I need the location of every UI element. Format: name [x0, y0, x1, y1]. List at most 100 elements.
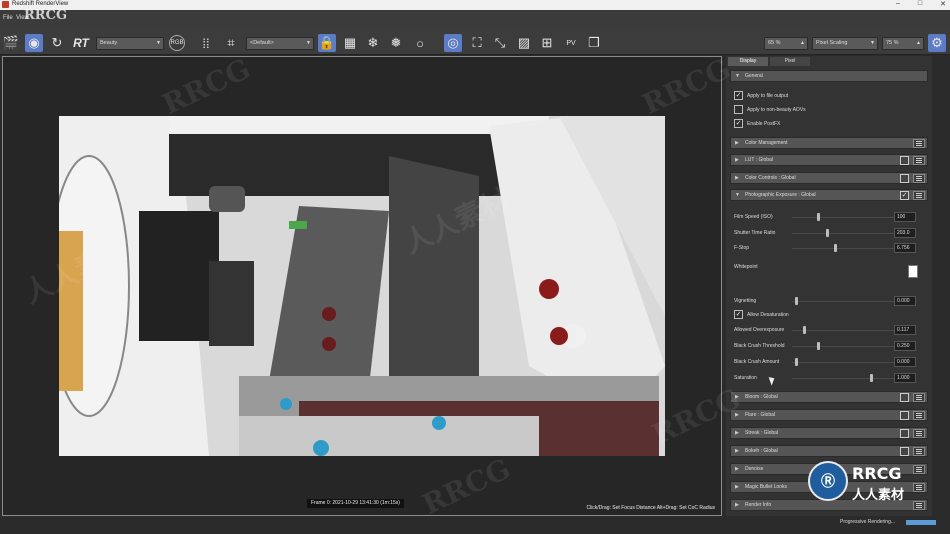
expand-arrow-icon: ▶	[735, 430, 739, 436]
pv-icon[interactable]: PV	[562, 34, 580, 52]
menu-icon[interactable]	[913, 411, 925, 420]
pixel-scaling-select[interactable]: Pixel Scaling ▼	[812, 37, 878, 50]
slider-knob[interactable]	[834, 244, 837, 252]
zoom-field[interactable]: 65 % ▲	[764, 37, 808, 50]
expand-arrow-icon: ▶	[735, 466, 739, 472]
section-enable-checkbox[interactable]	[900, 156, 909, 165]
menu-bar: File View	[0, 10, 950, 30]
section-photographic-exposure[interactable]: ▼ Photographic Exposure : Global ✓	[730, 189, 928, 201]
image-icon[interactable]: ▨	[515, 34, 533, 52]
add-snapshot-icon[interactable]: ⊞	[538, 34, 556, 52]
minimize-icon[interactable]: –	[896, 0, 900, 10]
expand-arrow-icon: ▶	[735, 175, 739, 181]
render-viewport[interactable]: Frame 0: 2021-10-29 13:41:30 (1m:15s) Cl…	[2, 56, 722, 516]
snowflake-icon[interactable]: ❄	[364, 34, 382, 52]
lock-icon[interactable]: 🔒	[318, 34, 336, 52]
menu-icon[interactable]	[913, 447, 925, 456]
whitepoint-color-swatch[interactable]	[908, 265, 918, 278]
settings-gear-icon[interactable]: ⚙	[928, 34, 946, 52]
rt-button[interactable]: RT	[70, 34, 92, 52]
section-color-management[interactable]: ▶ Color Management	[730, 137, 928, 149]
slider-vignetting[interactable]: Vignetting 0.000	[732, 296, 916, 306]
value-field[interactable]: 0.000	[894, 357, 916, 367]
rgb-channel-button[interactable]: RGB	[169, 35, 185, 51]
section-color-controls[interactable]: ▶ Color Controls : Global	[730, 172, 928, 184]
menu-icon[interactable]	[913, 465, 925, 474]
checkbox[interactable]: ✓	[734, 119, 743, 128]
section-bloom[interactable]: ▶ Bloom : Global	[730, 391, 928, 403]
value-field[interactable]: 0.250	[894, 341, 916, 351]
render-image[interactable]	[59, 116, 665, 456]
refresh-icon[interactable]: ↻	[48, 34, 66, 52]
maximize-icon[interactable]: □	[918, 0, 922, 10]
expand-arrow-icon: ▶	[735, 484, 739, 490]
value-field[interactable]: 6.756	[894, 243, 916, 253]
slider-knob[interactable]	[817, 342, 820, 350]
checkbox[interactable]	[734, 105, 743, 114]
slider-black-crush-amount[interactable]: Black Crush Amount 0.000	[732, 357, 916, 367]
menu-icon[interactable]	[913, 156, 925, 165]
resize-icon[interactable]: ⤡	[491, 34, 509, 52]
section-lut[interactable]: ▶ LUT : Global	[730, 154, 928, 166]
menu-icon[interactable]	[913, 191, 925, 200]
value-field[interactable]: 0.117	[894, 325, 916, 335]
section-bokeh[interactable]: ▶ Bokeh : Global	[730, 445, 928, 457]
tab-display[interactable]: Display	[728, 57, 768, 66]
slider-knob[interactable]	[826, 229, 829, 237]
section-enable-checkbox[interactable]	[900, 174, 909, 183]
close-icon[interactable]: ✕	[940, 0, 946, 10]
menu-icon[interactable]	[913, 139, 925, 148]
camera-select[interactable]: <Default> ▼	[246, 37, 314, 50]
focus-target-icon[interactable]: ◎	[444, 34, 462, 52]
crop-icon[interactable]: ⌗	[222, 34, 240, 52]
corner-watermark: RRCG	[24, 8, 68, 23]
logo-subtitle: 人人素材	[852, 488, 905, 503]
tile-grid-icon[interactable]: ▦	[341, 34, 359, 52]
render-toggle-icon[interactable]: ◉	[25, 34, 43, 52]
checkbox[interactable]: ✓	[734, 310, 743, 319]
value-field[interactable]: 203.0	[894, 228, 916, 238]
slider-knob[interactable]	[795, 297, 798, 305]
slider-black-crush-threshold[interactable]: Black Crush Threshold 0.250	[732, 341, 916, 351]
section-enable-checkbox[interactable]	[900, 447, 909, 456]
circle-select-icon[interactable]: ○	[411, 34, 429, 52]
rrcg-logo-icon: Ⓡ	[808, 461, 848, 501]
slider-shutter-time-ratio[interactable]: Shutter Time Ratio 203.0	[732, 228, 916, 238]
checkbox[interactable]: ✓	[734, 91, 743, 100]
window-title: Redshift RenderView	[12, 1, 69, 7]
section-general[interactable]: ▼ General	[730, 70, 928, 82]
copy-icon[interactable]: ❐	[585, 34, 603, 52]
expand-arrow-icon: ▶	[735, 394, 739, 400]
slider-film-speed[interactable]: Film Speed (ISO) 100	[732, 212, 916, 222]
slider-knob[interactable]	[795, 358, 798, 366]
grid-dots-icon[interactable]: ⁞⁞	[197, 34, 215, 52]
menu-icon[interactable]	[913, 174, 925, 183]
slider-saturation[interactable]: Saturation 1.000	[732, 373, 916, 383]
section-enable-checkbox[interactable]	[900, 393, 909, 402]
slider-knob[interactable]	[803, 326, 806, 334]
scale-field[interactable]: 75 % ▲	[882, 37, 924, 50]
section-enable-checkbox[interactable]	[900, 411, 909, 420]
tab-pixel[interactable]: Pixel	[770, 57, 810, 66]
menu-icon[interactable]	[913, 501, 925, 510]
menu-icon[interactable]	[913, 483, 925, 492]
menu-icon[interactable]	[913, 429, 925, 438]
section-flare[interactable]: ▶ Flare : Global	[730, 409, 928, 421]
expand-arrow-icon: ▶	[735, 502, 739, 508]
value-field[interactable]: 100	[894, 212, 916, 222]
fit-frame-icon[interactable]: ⛶	[468, 34, 486, 52]
section-streak[interactable]: ▶ Streak : Global	[730, 427, 928, 439]
slider-knob[interactable]	[817, 213, 820, 221]
clapper-icon[interactable]: 🎬	[2, 34, 20, 52]
value-field[interactable]: 0.000	[894, 296, 916, 306]
value-field[interactable]: 1.000	[894, 373, 916, 383]
slider-allowed-overexposure[interactable]: Allowed Overexposure 0.117	[732, 325, 916, 335]
slider-knob[interactable]	[870, 374, 873, 382]
menu-icon[interactable]	[913, 393, 925, 402]
section-enable-checkbox[interactable]: ✓	[900, 191, 909, 200]
menu-file[interactable]: File	[3, 15, 13, 21]
slider-f-stop[interactable]: F-Stop 6.756	[732, 243, 916, 253]
section-enable-checkbox[interactable]	[900, 429, 909, 438]
snowflake-alt-icon[interactable]: ❅	[387, 34, 405, 52]
aov-select[interactable]: Beauty ▼	[96, 37, 164, 50]
